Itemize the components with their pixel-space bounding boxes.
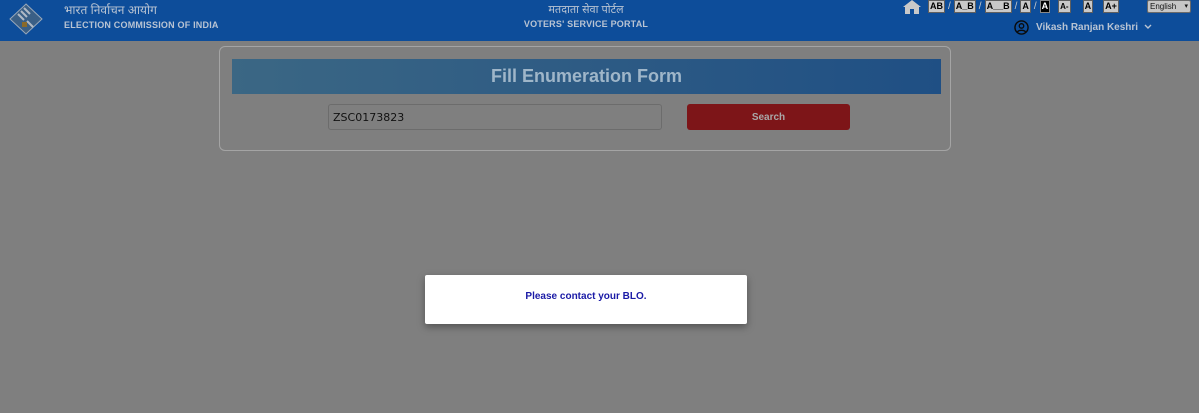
font-decrease-button[interactable]: A-	[1058, 0, 1071, 13]
top-header: भारत निर्वाचन आयोग ELECTION COMMISSION O…	[0, 0, 1199, 41]
user-name: Vikash Ranjan Keshri	[1036, 21, 1139, 33]
epic-number-input[interactable]	[328, 104, 662, 130]
chevron-down-icon: ▾	[1184, 3, 1188, 10]
separator: /	[1014, 1, 1018, 12]
contrast-dark-button[interactable]: A	[1039, 0, 1051, 13]
alert-dialog: Please contact your BLO.	[425, 275, 747, 324]
contrast-light-button[interactable]: A	[1020, 0, 1031, 13]
text-spacing-normal-button[interactable]: AB	[928, 0, 945, 13]
home-icon[interactable]	[903, 0, 921, 14]
accessibility-toolbar: AB / A_B / A__B / A / A A- A A+	[928, 0, 1123, 13]
language-select-value: English	[1150, 2, 1177, 11]
portal-name: मतदाता सेवा पोर्टल VOTERS' SERVICE PORTA…	[486, 4, 686, 30]
portal-name-english: VOTERS' SERVICE PORTAL	[523, 19, 649, 29]
eci-logo	[9, 3, 43, 35]
enumeration-form-card: Fill Enumeration Form Search	[219, 46, 951, 151]
text-spacing-medium-button[interactable]: A_B	[953, 0, 976, 13]
org-name-hindi: भारत निर्वाचन आयोग	[64, 3, 157, 17]
text-spacing-large-button[interactable]: A__B	[984, 0, 1012, 13]
org-name: भारत निर्वाचन आयोग ELECTION COMMISSION O…	[64, 4, 219, 31]
separator: /	[978, 1, 982, 12]
form-title: Fill Enumeration Form	[232, 59, 941, 94]
font-increase-button[interactable]: A+	[1103, 0, 1119, 13]
portal-name-hindi: मतदाता सेवा पोर्टल	[548, 4, 624, 16]
user-menu[interactable]: Vikash Ranjan Keshri	[1014, 19, 1152, 35]
org-name-english: ELECTION COMMISSION OF INDIA	[64, 20, 219, 30]
language-select[interactable]: English ▾	[1147, 0, 1191, 13]
chevron-down-icon	[1144, 24, 1152, 29]
separator: /	[948, 1, 951, 12]
search-button[interactable]: Search	[687, 104, 850, 130]
user-avatar-icon	[1014, 19, 1029, 35]
alert-message: Please contact your BLO.	[525, 291, 647, 302]
separator: /	[1033, 1, 1037, 12]
font-normal-button[interactable]: A	[1082, 0, 1094, 13]
